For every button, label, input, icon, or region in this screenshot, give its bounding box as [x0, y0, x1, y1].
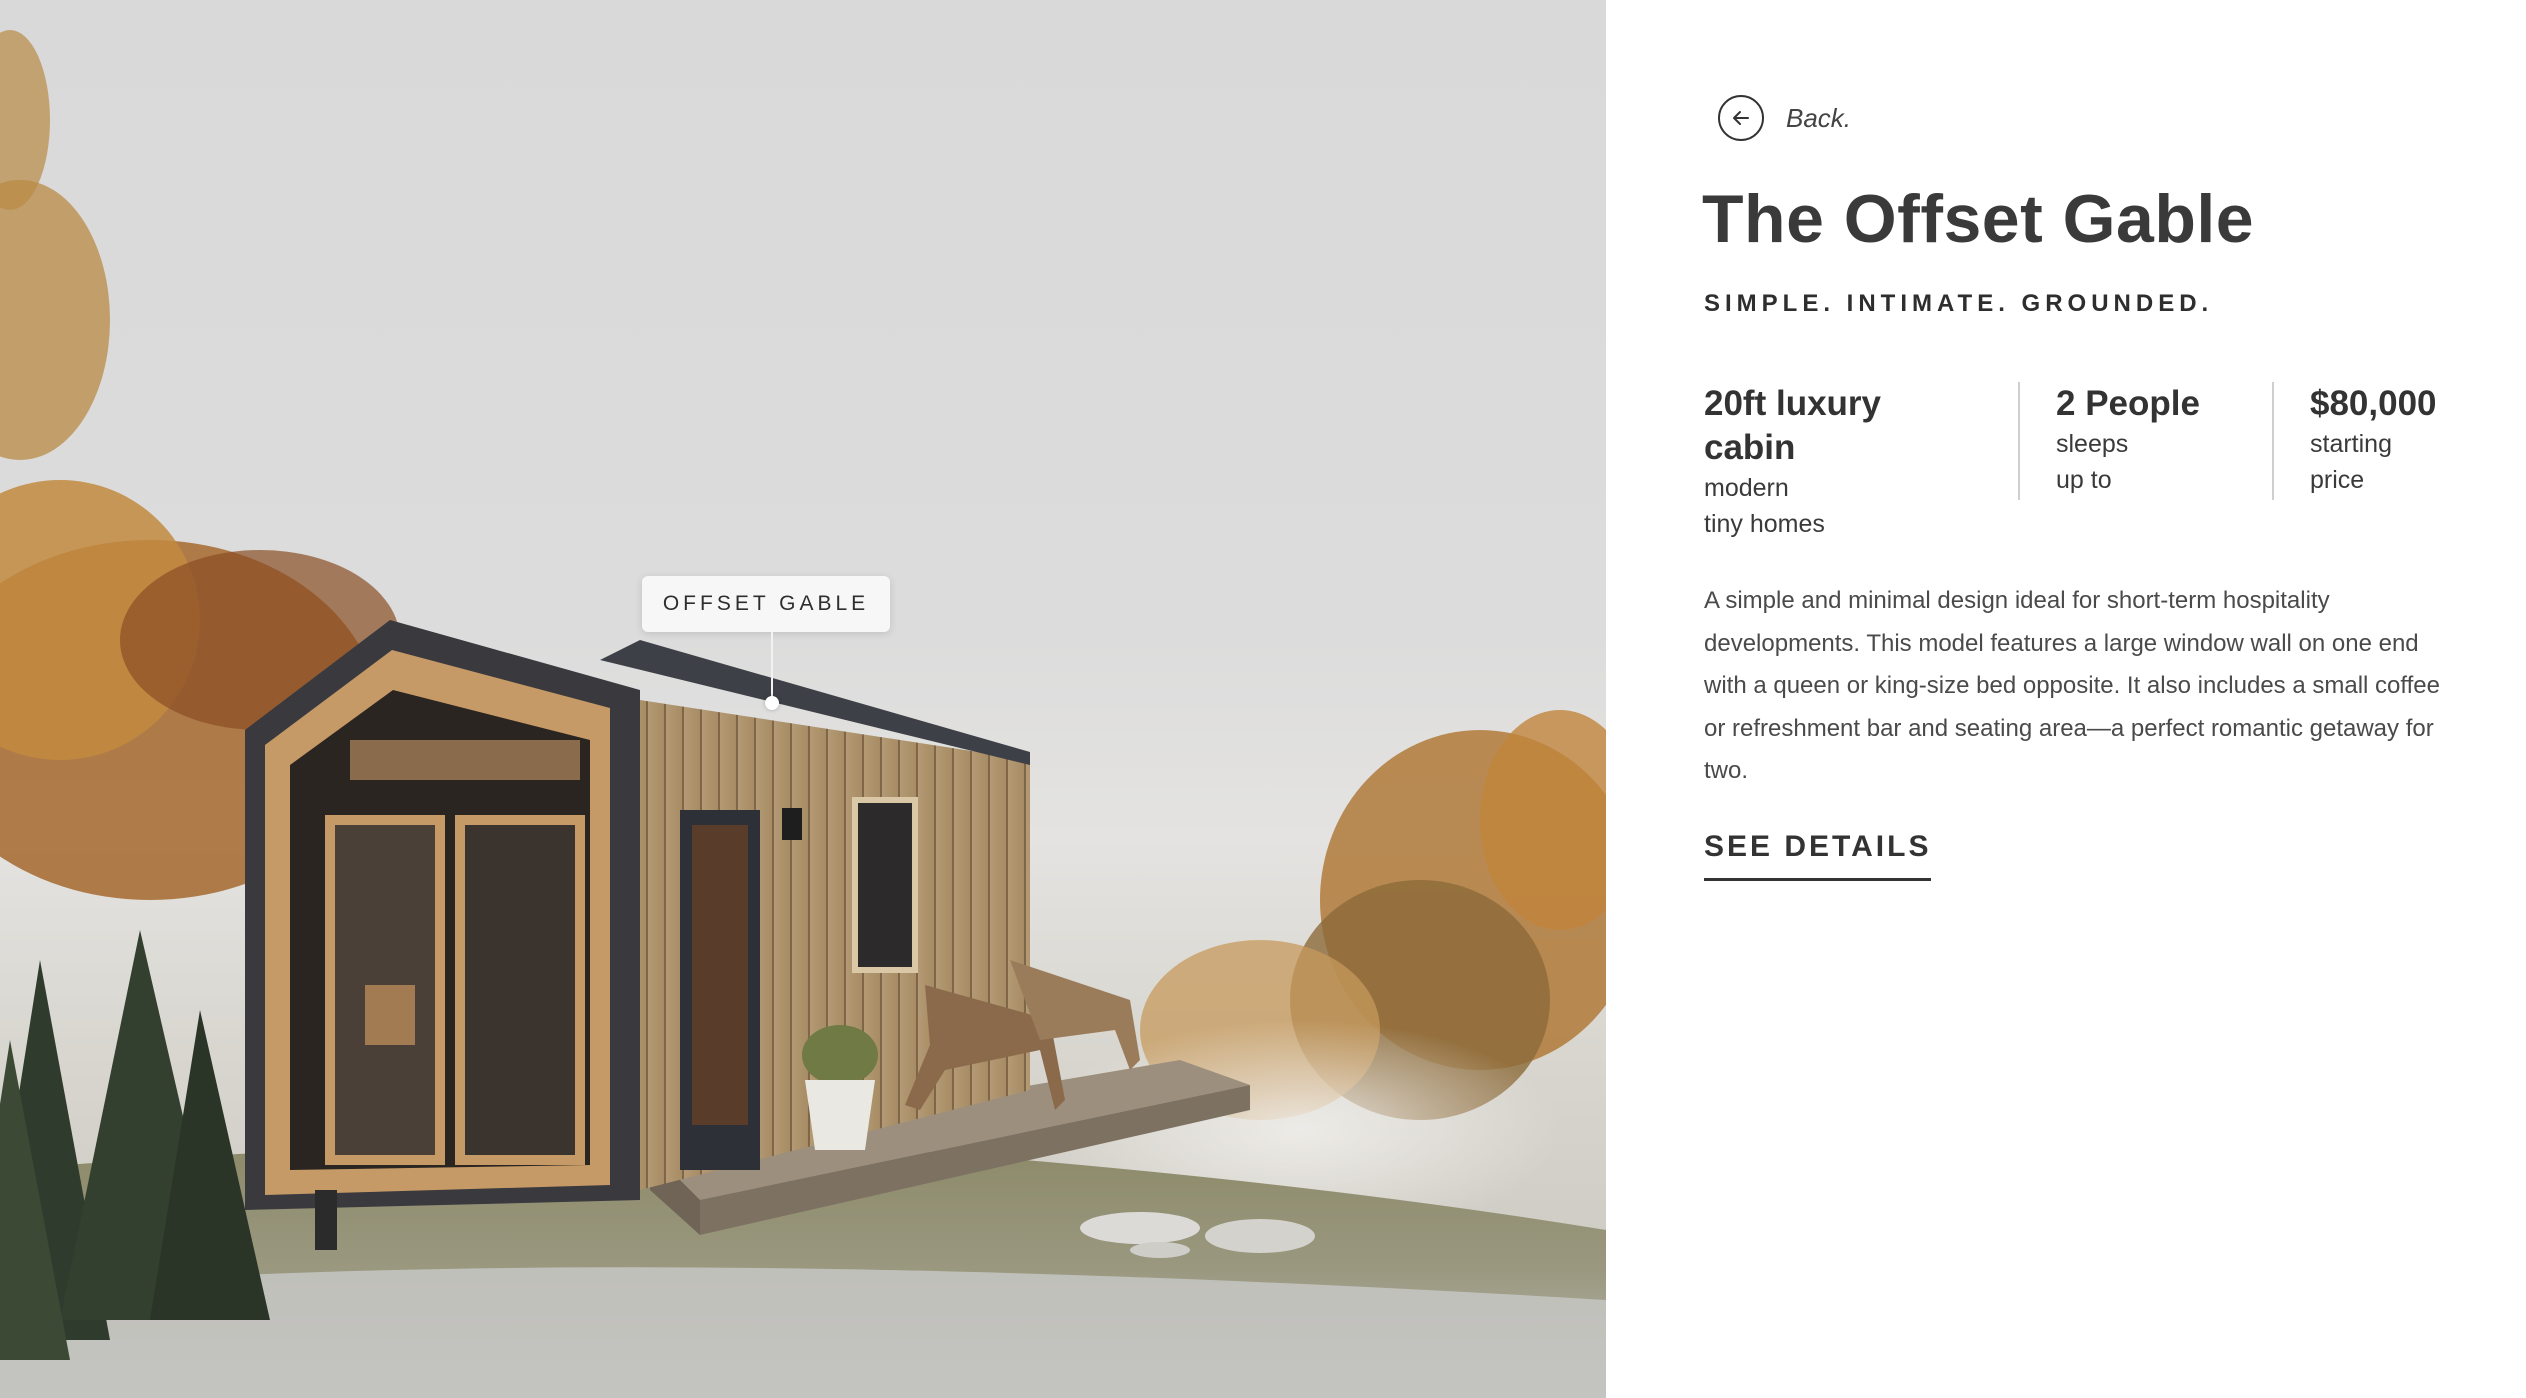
arrow-left-circle-icon[interactable]: [1718, 95, 1764, 141]
stats-row: 20ft luxury cabin modern tiny homes 2 Pe…: [1704, 382, 2526, 538]
stat-label-line2: up to: [2056, 466, 2112, 494]
tag-pointer-dot[interactable]: [765, 696, 779, 710]
stat-label-line2: price: [2310, 466, 2365, 494]
back-label[interactable]: Back.: [1786, 103, 1851, 134]
tagline: SIMPLE. INTIMATE. GROUNDED.: [1704, 290, 2214, 317]
stat-value: 20ft luxury cabin: [1704, 384, 1881, 467]
see-details-link[interactable]: SEE DETAILS: [1704, 830, 1932, 881]
model-tag-label: OFFSET GABLE: [662, 592, 870, 615]
stat-value: $80,000: [2310, 384, 2437, 423]
stat-label-line2: tiny homes: [1704, 510, 1825, 538]
stat-label-line1: sleeps: [2056, 430, 2129, 458]
stat-label-line1: starting: [2310, 430, 2392, 458]
tag-pointer-line: [771, 632, 773, 702]
model-description: A simple and minimal design ideal for sh…: [1704, 587, 2440, 784]
stat-value: 2 People: [2056, 384, 2200, 423]
back-button[interactable]: Back.: [1718, 92, 1851, 144]
cabin-scene-illustration: [0, 30, 1606, 1398]
evergreen-trees: [0, 930, 270, 1360]
page-title: The Offset Gable: [1702, 181, 2255, 257]
stat-size: 20ft luxury cabin modern tiny homes: [1704, 382, 2018, 538]
model-name-tag[interactable]: OFFSET GABLE: [642, 576, 890, 632]
stat-label-line1: modern: [1704, 474, 1789, 502]
stat-price: $80,000 starting price: [2272, 382, 2526, 500]
hero-image: OFFSET GABLE: [0, 0, 1606, 1398]
stat-occupancy: 2 People sleeps up to: [2018, 382, 2272, 500]
info-panel: Back. The Offset Gable SIMPLE. INTIMATE.…: [1606, 0, 2526, 1398]
